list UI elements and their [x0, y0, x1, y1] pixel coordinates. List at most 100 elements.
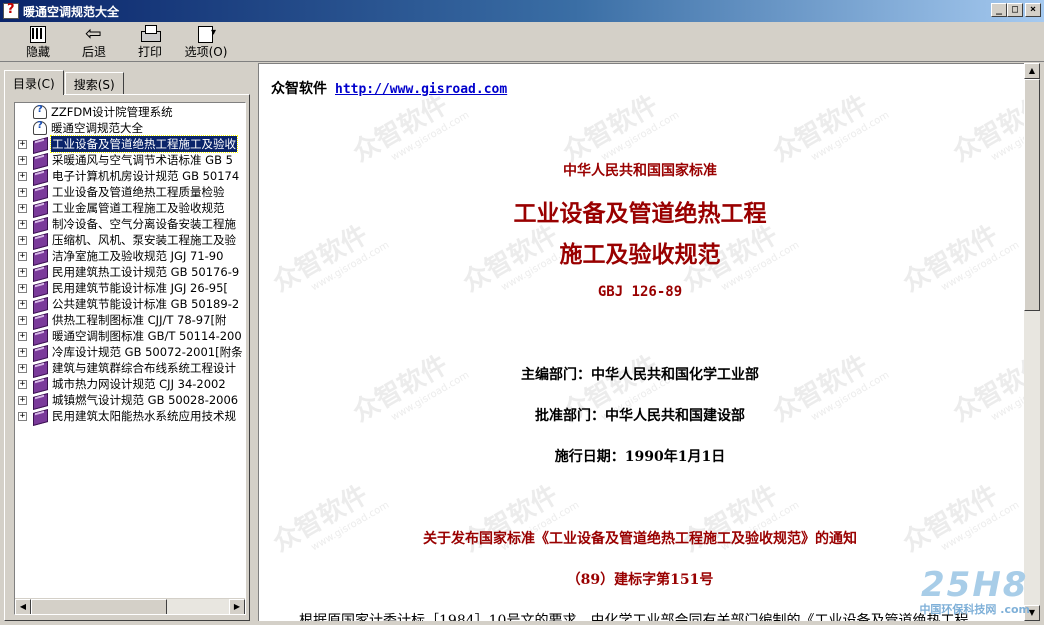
doc-header: 众智软件 http://www.gisroad.com [271, 78, 507, 98]
help-page-icon [33, 120, 47, 135]
expand-icon[interactable]: + [18, 155, 27, 165]
scroll-right-button[interactable]: ▶ [229, 599, 245, 614]
tree-item[interactable]: + 民用建筑节能设计标准 JGJ 26-95[ [15, 280, 229, 296]
tree-item-label: 城市热力网设计规范 CJJ 34-2002 [52, 377, 226, 391]
standard-type: 中华人民共和国国家标准 [563, 163, 717, 179]
tree-item[interactable]: + 冷库设计规范 GB 50072-2001[附条 [15, 344, 244, 360]
help-app-icon [3, 2, 19, 19]
minimize-button[interactable]: _ [991, 3, 1007, 17]
book-icon [32, 313, 48, 327]
tree-item-label: 暖通空调制图标准 GB/T 50114-200 [52, 329, 242, 343]
notice-code: （89）建标字第151号 [566, 572, 714, 588]
scroll-left-button[interactable]: ◀ [15, 599, 31, 614]
expand-icon[interactable]: + [18, 331, 27, 341]
tree-item-label: 制冷设备、空气分离设备安装工程施 [52, 217, 236, 231]
scroll-down-button[interactable]: ▼ [1024, 605, 1040, 621]
tree-item[interactable]: + 建筑与建筑群综合布线系统工程设计 [15, 360, 237, 376]
expand-icon[interactable]: + [18, 411, 27, 421]
window-controls: _ □ × [991, 3, 1041, 17]
book-icon [32, 249, 48, 263]
expand-icon[interactable]: + [18, 283, 27, 293]
tree-item[interactable]: + 制冷设备、空气分离设备安装工程施 [15, 216, 237, 232]
back-button[interactable]: 后退 [66, 21, 122, 60]
expand-icon[interactable]: + [18, 203, 27, 213]
tree-item-label: 工业金属管道工程施工及验收规范 [52, 201, 225, 215]
contents-panel: + 民用建筑太阳能热水系统应用技术规 + 城镇燃气设计规范 GB 50028-2006… [4, 94, 250, 621]
expand-icon[interactable]: + [18, 187, 27, 197]
options-label: 选项(O) [184, 45, 228, 59]
book-icon [32, 377, 48, 391]
tree-item[interactable]: + 洁净室施工及验收规范 JGJ 71-90 [15, 248, 224, 264]
website-link[interactable]: http://www.gisroad.com [335, 82, 507, 97]
scroll-up-button[interactable]: ▲ [1024, 63, 1040, 79]
tree-item[interactable]: + 公共建筑节能设计标准 GB 50189-2 [15, 296, 240, 312]
tree-item[interactable]: + 电子计算机机房设计规范 GB 50174 [15, 168, 240, 184]
document-vertical-scrollbar[interactable]: ▲ ▼ [1024, 63, 1040, 621]
expand-icon[interactable]: + [18, 251, 27, 261]
tree-item[interactable]: ZZFDM设计院管理系统 [33, 104, 174, 120]
tree-item[interactable]: + 工业设备及管道绝热工程施工及验收 [15, 135, 238, 153]
doc-title-line2: 施工及验收规范 [559, 241, 721, 268]
editor-department: 主编部门：中华人民共和国化学工业部 [521, 367, 759, 383]
expand-icon[interactable]: + [18, 235, 27, 245]
tab-contents[interactable]: 目录(C) [4, 70, 64, 95]
tree-item[interactable]: + 暖通空调制图标准 GB/T 50114-200 [15, 328, 243, 344]
contents-tree[interactable]: + 民用建筑太阳能热水系统应用技术规 + 城镇燃气设计规范 GB 50028-2006… [14, 102, 246, 615]
expand-icon[interactable]: + [18, 267, 27, 277]
options-icon [195, 25, 217, 43]
book-icon [32, 281, 48, 295]
maximize-button[interactable]: □ [1007, 3, 1023, 17]
book-icon [32, 137, 48, 151]
tree-item[interactable]: + 采暖通风与空气调节术语标准 GB 5 [15, 152, 234, 168]
tree-item[interactable]: + 城镇燃气设计规范 GB 50028-2006 [15, 392, 239, 408]
expand-icon[interactable]: + [18, 219, 27, 229]
book-icon [32, 233, 48, 247]
nav-tabs: 目录(C) 搜索(S) [4, 70, 125, 95]
tree-item-label: 民用建筑太阳能热水系统应用技术规 [52, 409, 236, 423]
tree-item[interactable]: + 民用建筑太阳能热水系统应用技术规 [15, 408, 237, 424]
tree-item-label: 城镇燃气设计规范 GB 50028-2006 [52, 393, 239, 407]
tab-search[interactable]: 搜索(S) [64, 72, 124, 94]
book-icon [32, 265, 48, 279]
approval-department: 批准部门：中华人民共和国建设部 [535, 408, 745, 424]
expand-icon[interactable]: + [18, 171, 27, 181]
horizontal-scroll-thumb[interactable] [31, 599, 167, 614]
close-button[interactable]: × [1025, 3, 1041, 17]
window-title: 暖通空调规范大全 [23, 4, 120, 19]
tree-horizontal-scrollbar[interactable]: ◀ ▶ [15, 598, 245, 614]
expand-icon[interactable]: + [18, 379, 27, 389]
tree-item-label: 公共建筑节能设计标准 GB 50189-2 [52, 297, 240, 311]
expand-icon[interactable]: + [18, 315, 27, 325]
options-button[interactable]: 选项(O) [178, 22, 234, 60]
tree-item[interactable]: + 工业金属管道工程施工及验收规范 [15, 200, 226, 216]
tree-item[interactable]: + 民用建筑热工设计规范 GB 50176-9 [15, 264, 240, 280]
expand-icon[interactable]: + [18, 395, 27, 405]
tree-item-label: 工业设备及管道绝热工程质量检验 [52, 185, 225, 199]
tree-item[interactable]: + 城市热力网设计规范 CJJ 34-2002 [15, 376, 227, 392]
vertical-scroll-thumb[interactable] [1024, 79, 1040, 311]
tree-item-label: 洁净室施工及验收规范 JGJ 71-90 [52, 249, 224, 263]
brand-name: 众智软件 [271, 81, 327, 97]
book-icon [32, 201, 48, 215]
toolbar: 隐藏 后退 打印 选项(O) [0, 21, 1044, 62]
book-icon [32, 153, 48, 167]
tree-item-label: ZZFDM设计院管理系统 [51, 105, 173, 119]
printer-icon [139, 25, 161, 42]
tree-item[interactable]: + 工业设备及管道绝热工程质量检验 [15, 184, 226, 200]
expand-icon[interactable]: + [18, 139, 27, 149]
tree-item-label: 电子计算机机房设计规范 GB 50174 [52, 169, 240, 183]
expand-icon[interactable]: + [18, 299, 27, 309]
tree-item[interactable]: 暖通空调规范大全 [33, 120, 144, 136]
tree-item[interactable]: + 压缩机、风机、泵安装工程施工及验 [15, 232, 237, 248]
hide-button[interactable]: 隐藏 [10, 22, 66, 60]
book-icon [32, 329, 48, 343]
tree-item[interactable]: + 供热工程制图标准 CJJ/T 78-97[附 [15, 312, 227, 328]
doc-title-line1: 工业设备及管道绝热工程 [513, 200, 767, 227]
print-label: 打印 [137, 45, 162, 59]
expand-icon[interactable]: + [18, 347, 27, 357]
book-icon [32, 409, 48, 423]
document-body: 众智软件 http://www.gisroad.com 中华人民共和国国家标准 … [259, 64, 1021, 621]
print-button[interactable]: 打印 [122, 22, 178, 60]
expand-icon[interactable]: + [18, 363, 27, 373]
tree-item-label: 民用建筑节能设计标准 JGJ 26-95[ [52, 281, 228, 295]
